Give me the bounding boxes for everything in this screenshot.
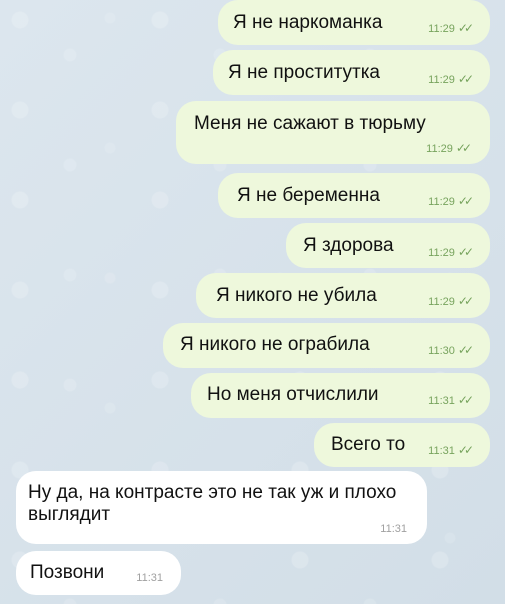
message-meta: 11:31 (136, 572, 163, 585)
message-meta: 11:29 ✓✓ (428, 245, 474, 260)
message-time: 11:29 (428, 22, 455, 35)
double-check-icon: ✓✓ (457, 72, 474, 86)
double-check-icon: ✓✓ (457, 294, 474, 308)
message-text: Но меня отчислили (207, 384, 379, 405)
outgoing-message[interactable]: Я не наркоманка 11:29 ✓✓ (218, 0, 490, 45)
outgoing-message[interactable]: Я не беременна 11:29 ✓✓ (218, 173, 490, 218)
message-meta: 11:31 ✓✓ (428, 443, 474, 458)
double-check-icon: ✓✓ (457, 21, 474, 35)
outgoing-message[interactable]: Я никого не убила 11:29 ✓✓ (196, 273, 490, 318)
double-check-icon: ✓✓ (457, 443, 474, 457)
message-time: 11:31 (380, 523, 407, 535)
double-check-icon: ✓✓ (457, 393, 474, 407)
message-list[interactable]: Я не наркоманка 11:29 ✓✓ Я не проститутк… (0, 0, 505, 604)
message-text: Меня не сажают в тюрьму (194, 113, 426, 134)
message-text: Всего то (331, 434, 406, 455)
message-meta: 11:31 ✓✓ (428, 393, 474, 408)
outgoing-message[interactable]: Но меня отчислили 11:31 ✓✓ (191, 373, 490, 418)
message-text: Я никого не ограбила (180, 334, 370, 355)
message-text: Позвони (30, 562, 105, 583)
double-check-icon: ✓✓ (457, 245, 474, 259)
message-time: 11:29 (428, 73, 455, 86)
outgoing-message[interactable]: Я никого не ограбила 11:30 ✓✓ (163, 323, 490, 368)
message-time: 11:30 (428, 344, 455, 357)
message-meta: 11:29 ✓✓ (428, 21, 474, 36)
message-time: 11:31 (428, 394, 455, 407)
message-meta: 11:29 ✓✓ (428, 72, 474, 87)
message-text: Я не наркоманка (233, 12, 383, 33)
message-text: Ну да, на контрасте это не так уж и плох… (28, 482, 397, 525)
message-text: Я не проститутка (228, 62, 380, 83)
message-meta: 11:29 ✓✓ (426, 141, 472, 156)
message-text: Я здорова (303, 235, 394, 256)
message-time: 11:29 (428, 295, 455, 308)
message-text: Я не беременна (237, 185, 380, 206)
message-meta: 11:29 ✓✓ (428, 294, 474, 309)
message-meta: 11:30 ✓✓ (428, 343, 474, 358)
outgoing-message[interactable]: Я здорова 11:29 ✓✓ (286, 223, 490, 268)
incoming-message[interactable]: Позвони 11:31 (16, 551, 181, 595)
message-time: 11:29 (428, 246, 455, 259)
message-text: Я никого не убила (216, 285, 377, 306)
message-time: 11:29 (426, 142, 453, 155)
message-meta: 11:29 ✓✓ (428, 194, 474, 209)
outgoing-message[interactable]: Меня не сажают в тюрьму 11:29 ✓✓ (176, 101, 490, 164)
double-check-icon: ✓✓ (457, 343, 474, 357)
message-time: 11:31 (428, 444, 455, 457)
double-check-icon: ✓✓ (455, 141, 472, 155)
outgoing-message[interactable]: Я не проститутка 11:29 ✓✓ (213, 50, 490, 95)
incoming-message[interactable]: Ну да, на контрасте это не так уж и плох… (16, 471, 427, 544)
message-meta: 11:31 (380, 523, 407, 536)
message-time: 11:29 (428, 195, 455, 208)
message-time: 11:31 (136, 572, 163, 584)
double-check-icon: ✓✓ (457, 194, 474, 208)
outgoing-message[interactable]: Всего то 11:31 ✓✓ (314, 423, 490, 467)
